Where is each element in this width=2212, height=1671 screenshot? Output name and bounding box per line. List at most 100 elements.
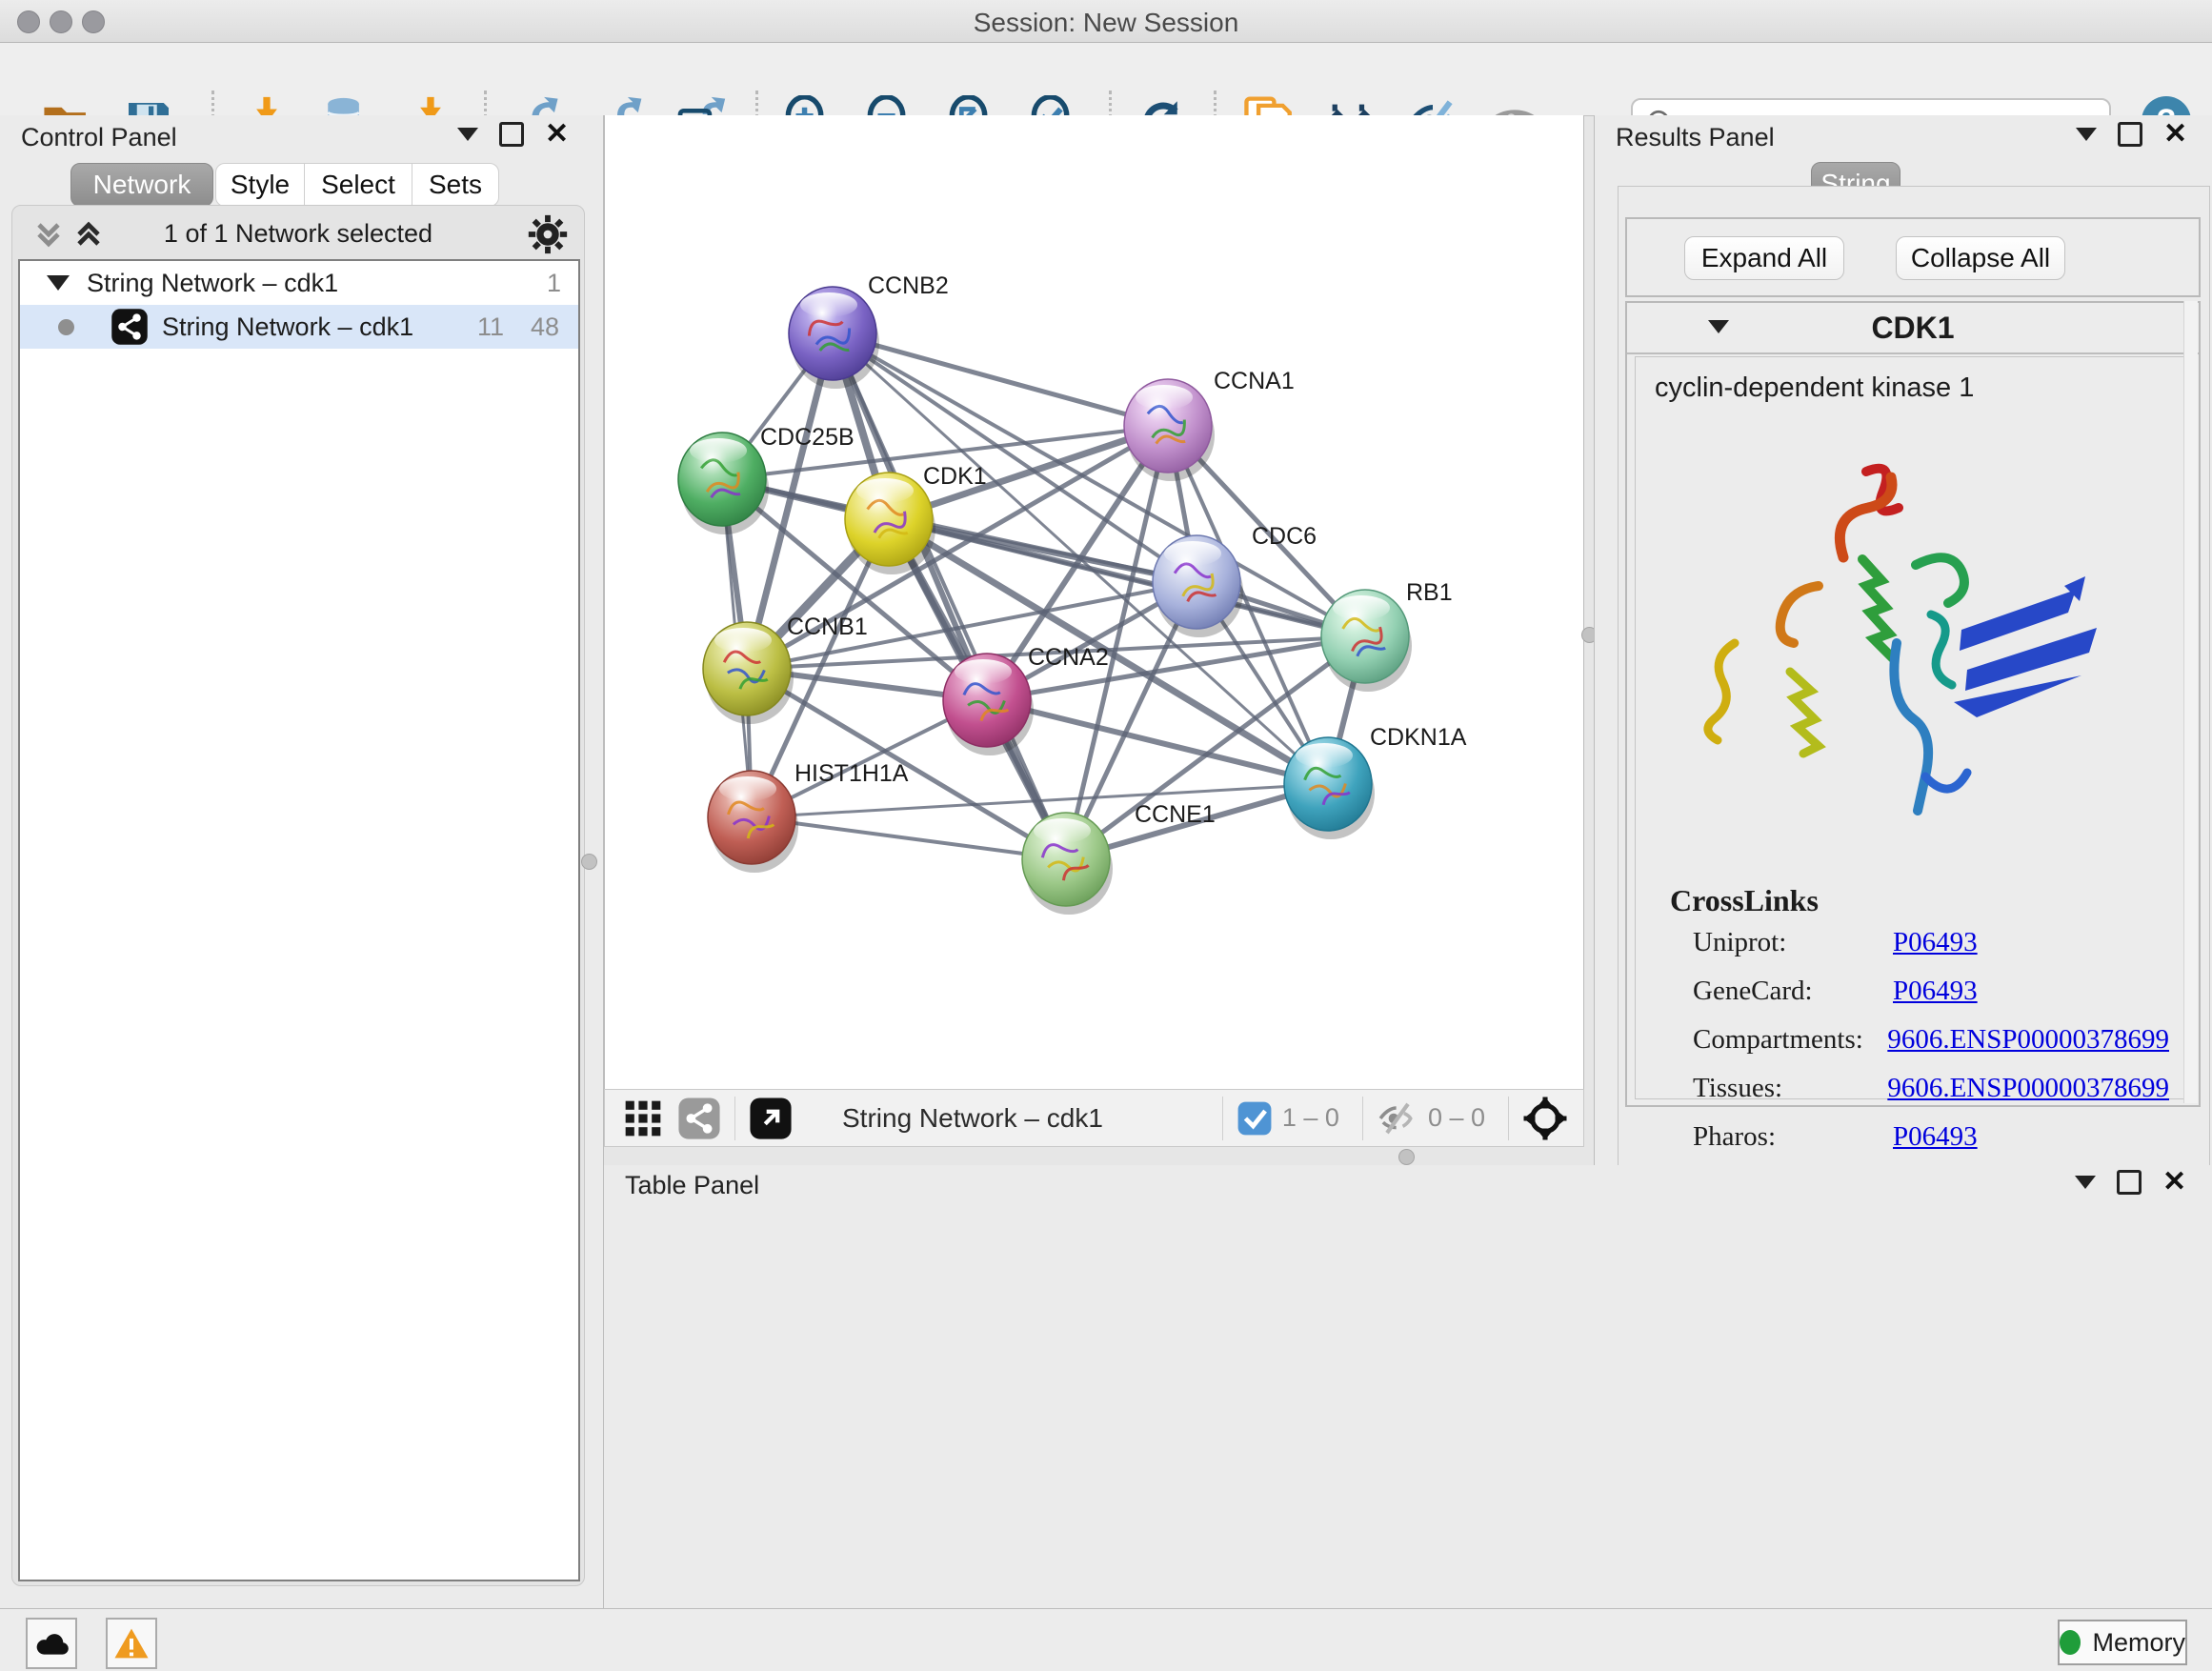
gene-description: cyclin-dependent kinase 1	[1655, 372, 2188, 404]
network-edge[interactable]	[987, 700, 1328, 784]
close-panel-icon[interactable]: ✕	[545, 125, 569, 144]
table-panel-window-controls: ✕	[2075, 1163, 2186, 1201]
network-node[interactable]	[1284, 737, 1375, 839]
tab-network[interactable]: Network	[70, 163, 213, 207]
crosslink-row: Pharos:P06493	[1693, 1121, 2169, 1153]
network-row-label: String Network – cdk1	[162, 312, 413, 342]
collapse-all-button[interactable]: Collapse All	[1896, 236, 2065, 280]
network-edge-count: 48	[531, 312, 559, 342]
network-node[interactable]	[1153, 535, 1243, 637]
network-node[interactable]	[1321, 590, 1412, 692]
network-node[interactable]	[943, 654, 1034, 755]
expand-collapse-box: Expand All Collapse All	[1625, 217, 2201, 297]
cytoscape-window: Session: New Session	[0, 0, 2212, 1671]
float-panel-icon[interactable]	[2117, 1170, 2142, 1195]
network-panel-body: 1 of 1 Network selected String Network –…	[11, 205, 585, 1586]
float-panel-icon[interactable]	[499, 122, 524, 147]
crosslink-value-link[interactable]: P06493	[1893, 976, 1978, 1007]
network-node-label: CDC25B	[760, 424, 855, 451]
network-node[interactable]	[678, 433, 769, 534]
collapse-panel-icon[interactable]	[2075, 1176, 2096, 1189]
collapse-panel-icon[interactable]	[2076, 128, 2097, 141]
birdseye-crosshair-icon[interactable]	[1522, 1096, 1568, 1141]
crosslink-row: Tissues:9606.ENSP00000378699	[1693, 1073, 2169, 1104]
splitter-handle[interactable]	[581, 854, 597, 870]
network-node-label: CCNA2	[1028, 644, 1109, 671]
titlebar: Session: New Session	[0, 0, 2212, 43]
network-canvas[interactable]: CCNB2CCNA1CDC25BCDK1CDC6RB1CCNB1CCNA2CDK…	[604, 115, 1584, 1089]
cloud-icon	[34, 1630, 69, 1657]
crosslink-label: Tissues:	[1693, 1073, 1887, 1104]
splitter-handle[interactable]	[1398, 1149, 1415, 1165]
expand-all-button[interactable]: Expand All	[1684, 236, 1844, 280]
network-node-label: CCNB1	[787, 614, 868, 640]
grid-view-icon[interactable]	[622, 1097, 664, 1139]
results-panel-window-controls: ✕	[2076, 115, 2187, 153]
close-panel-icon[interactable]: ✕	[2162, 1173, 2186, 1192]
tree-expander-icon[interactable]	[47, 275, 70, 291]
network-node[interactable]	[1124, 379, 1215, 481]
cloud-button[interactable]	[26, 1618, 77, 1669]
network-node-label: CDKN1A	[1370, 724, 1467, 751]
crosslink-row: GeneCard:P06493	[1693, 976, 2169, 1007]
crosslink-row: Uniprot:P06493	[1693, 927, 2169, 958]
tab-sets[interactable]: Sets	[412, 163, 499, 207]
close-panel-icon[interactable]: ✕	[2163, 125, 2187, 144]
window-title: Session: New Session	[0, 8, 2212, 38]
network-node[interactable]	[1022, 813, 1113, 915]
memory-status-dot	[2060, 1630, 2081, 1655]
selected-checkbox-icon[interactable]	[1237, 1100, 1273, 1137]
network-row[interactable]: String Network – cdk1 11 48	[20, 305, 578, 349]
control-panel-window-controls: ✕	[457, 115, 569, 153]
hidden-eye-icon[interactable]	[1377, 1099, 1418, 1137]
network-node-label: CCNE1	[1135, 801, 1216, 828]
network-share-icon	[111, 308, 149, 346]
selected-count: 1 – 0	[1282, 1103, 1339, 1133]
gene-entry-body: cyclin-dependent kinase 1	[1635, 356, 2189, 1099]
tab-select[interactable]: Select	[304, 163, 412, 207]
crosslink-value-link[interactable]: P06493	[1893, 927, 1978, 958]
crosslink-label: Pharos:	[1693, 1121, 1893, 1153]
main-toolbar: ?	[0, 43, 2212, 116]
network-node-label: CDC6	[1252, 523, 1317, 550]
network-node[interactable]	[845, 473, 935, 574]
network-edge[interactable]	[752, 817, 1066, 859]
crosslink-label: Compartments:	[1693, 1024, 1887, 1056]
crosslink-label: GeneCard:	[1693, 976, 1893, 1007]
toolbar-separator	[734, 1097, 735, 1140]
network-node-label: CCNA1	[1214, 368, 1295, 394]
collapse-panel-icon[interactable]	[457, 128, 478, 141]
crosslink-value-link[interactable]: P06493	[1893, 1121, 1978, 1153]
gene-name: CDK1	[1627, 311, 2199, 346]
gene-entry-box: CDK1 cyclin-dependent kinase 1	[1625, 301, 2201, 1107]
control-panel-title: Control Panel	[21, 123, 177, 152]
network-node-count: 11	[477, 312, 504, 342]
crosslink-value-link[interactable]: 9606.ENSP00000378699	[1887, 1024, 2169, 1056]
gene-entry-header[interactable]: CDK1	[1627, 303, 2199, 354]
results-panel-title: Results Panel	[1616, 123, 1775, 152]
status-bar: Memory	[0, 1608, 2212, 1671]
warning-icon	[113, 1627, 150, 1660]
warnings-button[interactable]	[106, 1618, 157, 1669]
toolbar-separator	[1362, 1097, 1363, 1140]
network-list-icon[interactable]	[677, 1097, 721, 1140]
network-node-label: RB1	[1406, 579, 1453, 606]
network-graph[interactable]: CCNB2CCNA1CDC25BCDK1CDC6RB1CCNB1CCNA2CDK…	[605, 115, 1583, 1089]
tab-style[interactable]: Style	[215, 163, 305, 207]
control-panel: Control Panel ✕ Network Style Select Set…	[0, 115, 604, 1608]
memory-button[interactable]: Memory	[2058, 1620, 2187, 1665]
network-collection-row[interactable]: String Network – cdk1 1	[20, 261, 578, 305]
network-node[interactable]	[703, 622, 794, 724]
network-options-gear-icon[interactable]	[527, 213, 569, 255]
network-node[interactable]	[708, 771, 798, 873]
crosslink-value-link[interactable]: 9606.ENSP00000378699	[1887, 1073, 2169, 1104]
crosslinks-list: Uniprot:P06493GeneCard:P06493Compartment…	[1693, 927, 2169, 1170]
detach-view-icon[interactable]	[749, 1097, 793, 1140]
network-view-toolbar: String Network – cdk1 1 – 0 0 – 0	[604, 1089, 1584, 1147]
crosslink-row: Compartments:9606.ENSP00000378699	[1693, 1024, 2169, 1056]
memory-label: Memory	[2092, 1628, 2185, 1658]
float-panel-icon[interactable]	[2118, 122, 2142, 147]
protein-structure-image	[1676, 443, 2142, 843]
results-scrollbar[interactable]	[2183, 301, 2198, 1103]
crosslink-label: Uniprot:	[1693, 927, 1893, 958]
